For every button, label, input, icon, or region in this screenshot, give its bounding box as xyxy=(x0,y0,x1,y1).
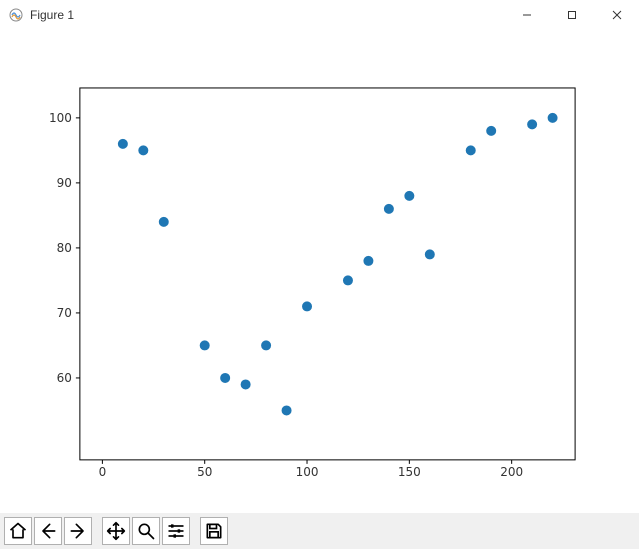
x-tick-label: 0 xyxy=(99,465,107,479)
title-bar: Figure 1 xyxy=(0,0,639,30)
arrow-left-icon xyxy=(38,521,58,541)
forward-button[interactable] xyxy=(64,517,92,545)
back-button[interactable] xyxy=(34,517,62,545)
axes-box xyxy=(80,88,575,460)
save-button[interactable] xyxy=(200,517,228,545)
y-tick-label: 60 xyxy=(57,371,72,385)
zoom-icon xyxy=(136,521,156,541)
data-point xyxy=(466,145,476,155)
data-point xyxy=(343,275,353,285)
y-tick-label: 100 xyxy=(49,111,72,125)
sliders-icon xyxy=(166,521,186,541)
data-point xyxy=(138,145,148,155)
figure-window: Figure 1 0 50 100 150 200 60 70 80 90 100 xyxy=(0,0,639,549)
x-tick-label: 150 xyxy=(398,465,421,479)
x-tick-label: 100 xyxy=(296,465,319,479)
data-point xyxy=(118,139,128,149)
x-tick-label: 200 xyxy=(500,465,523,479)
data-point xyxy=(363,256,373,266)
data-point xyxy=(159,217,169,227)
subplots-button[interactable] xyxy=(162,517,190,545)
data-point xyxy=(527,119,537,129)
toolbar-separator xyxy=(192,517,198,545)
y-tick-label: 90 xyxy=(57,176,72,190)
data-point xyxy=(261,340,271,350)
window-title: Figure 1 xyxy=(30,8,74,22)
data-point xyxy=(384,204,394,214)
toolbar-separator xyxy=(94,517,100,545)
data-point xyxy=(282,405,292,415)
nav-toolbar xyxy=(0,513,639,549)
data-point xyxy=(200,340,210,350)
home-button[interactable] xyxy=(4,517,32,545)
data-point xyxy=(425,249,435,259)
y-tick-label: 70 xyxy=(57,306,72,320)
save-icon xyxy=(204,521,224,541)
data-point xyxy=(220,373,230,383)
figure-canvas[interactable]: 0 50 100 150 200 60 70 80 90 100 xyxy=(0,30,639,513)
x-tick-label: 50 xyxy=(197,465,212,479)
move-icon xyxy=(106,521,126,541)
data-point xyxy=(548,113,558,123)
data-point xyxy=(302,301,312,311)
minimize-button[interactable] xyxy=(504,0,549,30)
pan-button[interactable] xyxy=(102,517,130,545)
close-button[interactable] xyxy=(594,0,639,30)
window-controls xyxy=(504,0,639,30)
arrow-right-icon xyxy=(68,521,88,541)
zoom-button[interactable] xyxy=(132,517,160,545)
data-point xyxy=(404,191,414,201)
maximize-button[interactable] xyxy=(549,0,594,30)
home-icon xyxy=(8,521,28,541)
y-tick-label: 80 xyxy=(57,241,72,255)
data-point xyxy=(241,379,251,389)
data-point xyxy=(486,126,496,136)
app-icon xyxy=(8,7,24,23)
